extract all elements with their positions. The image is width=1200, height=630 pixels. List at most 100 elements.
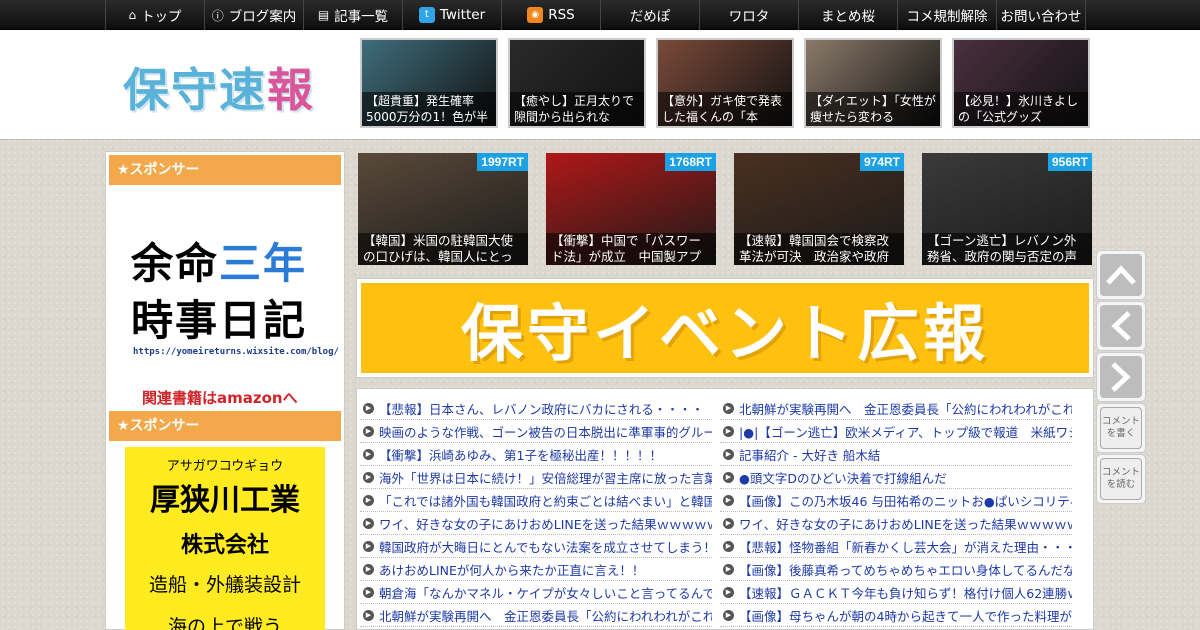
featured-article-0[interactable]: 【超貴重】発生確率5000万分の1！色が半 — [360, 38, 498, 128]
float-buttons: コメントを書く コメントを読む — [1096, 250, 1146, 505]
news-link-item[interactable]: ▶ 「これでは諸外国も韓国政府と約束ごとは結べまい」と韓国に — [360, 489, 712, 512]
news-link-item[interactable]: ▶ 【衝撃】浜崎あゆみ、第1子を極秘出産！！！！！ — [360, 443, 712, 466]
info-icon: ⓘ — [211, 8, 224, 23]
news-link-text: 北朝鮮が実験再開へ 金正恩委員長「公約にわれわれがこれ以 — [379, 608, 712, 624]
arrow-bullet-icon: ▶ — [363, 540, 374, 552]
prev-article-button[interactable] — [1096, 301, 1146, 351]
chevron-left-icon — [1100, 305, 1142, 347]
arrow-bullet-icon: ▶ — [723, 402, 734, 414]
news-link-item[interactable]: ▶ ワイ、好きな女の子にあけおめLINEを送った結果ｗｗｗｗｗｗ — [720, 512, 1072, 535]
news-link-item[interactable]: ▶ 【悲報】日本さん、レバノン政府にバカにされる・・・・ — [360, 397, 712, 420]
comment-write-button[interactable]: コメントを書く — [1096, 403, 1146, 453]
retweet-count-badge: 1768RT — [665, 153, 716, 171]
news-link-item[interactable]: ▶ 海外「世界は日本に続け！」安倍総理が習主席に放った言葉に — [360, 466, 712, 489]
amazon-link[interactable]: 関連書籍はamazonへ — [142, 387, 298, 408]
news-link-text: 北朝鮮が実験再開へ 金正恩委員長「公約にわれわれがこれ以 — [739, 401, 1072, 417]
comment-write-label: コメントを書く — [1100, 407, 1142, 449]
sponsor2-tail: 海の上で戦う — [167, 616, 282, 630]
sponsor2-name: 厚狭川工業 — [150, 483, 300, 518]
sponsor-heading-2: ★スポンサー — [109, 411, 341, 441]
nav-item-label: RSS — [548, 7, 575, 23]
news-link-item[interactable]: ▶ 北朝鮮が実験再開へ 金正恩委員長「公約にわれわれがこれ以 — [720, 397, 1072, 420]
news-link-item[interactable]: ▶ 【悲報】怪物番組「新春かくし芸大会」が消えた理由・・・ — [720, 535, 1072, 558]
news-link-text: 映画のような作戦、ゴーン被告の日本脱出に準軍事的グループ — [379, 424, 712, 440]
event-banner-inner: 保守イベント広報 — [361, 283, 1089, 373]
sponsor-title-line2: 時事日記 — [131, 296, 308, 345]
featured-article-2[interactable]: 【意外】ガキ使で発表した福くんの「本 — [656, 38, 794, 128]
news-column-right: ▶ 北朝鮮が実験再開へ 金正恩委員長「公約にわれわれがこれ以 ▶ |●|【ゴーン逃亡】… — [720, 397, 1072, 627]
thumb-caption: 【速報】韓国国会で検察改革法が可決 政治家や政府 — [734, 233, 904, 265]
news-link-item[interactable]: ▶ 記事紹介 - 大好き 船木結 — [720, 443, 1072, 466]
arrow-bullet-icon: ▶ — [363, 402, 374, 414]
news-link-text: 【画像】母ちゃんが朝の4時から起きて一人で作った料理がこ — [739, 608, 1072, 624]
featured-caption: 【癒やし】正月太りで隙間から出られな — [510, 92, 644, 126]
news-link-item[interactable]: ▶ |●|【ゴーン逃亡】欧米メディア、トップ級で報道 米紙ワシン — [720, 420, 1072, 443]
featured-caption: 【必見！】氷川きよしの「公式グッズ — [954, 92, 1088, 126]
news-link-item[interactable]: ▶ あけおめLINEが何人から来たか正直に言え！！ — [360, 558, 712, 581]
arrow-bullet-icon: ▶ — [723, 494, 734, 506]
featured-caption: 【超貴重】発生確率5000万分の1！色が半 — [362, 92, 496, 126]
arrow-bullet-icon: ▶ — [723, 448, 734, 460]
sponsor-yomei-banner[interactable]: 余命三年 時事日記 https://yomeireturns.wixsite.c… — [106, 185, 344, 407]
ranking-thumb-3[interactable]: 956RT 【ゴーン逃亡】レバノン外務省、政府の関与否定の声 — [922, 153, 1092, 265]
featured-article-3[interactable]: 【ダイエット】「女性が痩せたら変わる — [804, 38, 942, 128]
ranking-thumb-0[interactable]: 1997RT 【韓国】米国の駐韓国大使の口ひげは、韓国人にとっ — [358, 153, 528, 265]
nav-item-1[interactable]: ⓘ ブログ案内 — [204, 0, 303, 30]
comment-read-button[interactable]: コメントを読む — [1096, 454, 1146, 504]
news-link-item[interactable]: ▶ 【速報】ＧＡＣＫＴ今年も負け知らず！格付け個人62連勝ｗｗ — [720, 581, 1072, 604]
nav-item-2[interactable]: ▤ 記事一覧 — [303, 0, 402, 30]
nav-item-label: 記事一覧 — [334, 9, 389, 25]
nav-item-label: Twitter — [439, 7, 486, 23]
rss-icon: ◉ — [527, 7, 544, 23]
news-link-item[interactable]: ▶ 【画像】後藤真希ってめちゃめちゃエロい身体してるんだなｗｗ — [720, 558, 1072, 581]
nav-item-8[interactable]: コメ規制解除 — [897, 0, 996, 30]
arrow-bullet-icon: ▶ — [723, 425, 734, 437]
news-link-item[interactable]: ▶ 北朝鮮が実験再開へ 金正恩委員長「公約にわれわれがこれ以 — [360, 604, 712, 627]
featured-article-4[interactable]: 【必見！】氷川きよしの「公式グッズ — [952, 38, 1090, 128]
ranking-thumb-2[interactable]: 974RT 【速報】韓国国会で検察改革法が可決 政治家や政府 — [734, 153, 904, 265]
sponsor-asagawa-banner[interactable]: アサガワコウギョウ 厚狭川工業 株式会社 造船・外艤装設計 海の上で戦う — [125, 447, 325, 630]
arrow-bullet-icon: ▶ — [363, 609, 374, 621]
next-article-button[interactable] — [1096, 352, 1146, 402]
news-link-text: 【悲報】怪物番組「新春かくし芸大会」が消えた理由・・・ — [739, 539, 1072, 555]
news-link-item[interactable]: ▶ ワイ、好きな女の子にあけおめLINEを送った結果ｗｗｗｗｗｗ — [360, 512, 712, 535]
list-icon: ▤ — [317, 8, 330, 22]
site-logo[interactable]: 保守速報 — [123, 54, 315, 120]
nav-item-3[interactable]: t Twitter — [402, 0, 501, 30]
arrow-bullet-icon: ▶ — [363, 563, 374, 575]
nav-item-label: お問い合わせ — [1000, 9, 1082, 25]
news-link-text: 記事紹介 - 大好き 船木結 — [739, 447, 881, 463]
news-link-item[interactable]: ▶ 【画像】母ちゃんが朝の4時から起きて一人で作った料理がこ — [720, 604, 1072, 627]
retweet-count-badge: 1997RT — [477, 153, 528, 171]
news-link-text: ワイ、好きな女の子にあけおめLINEを送った結果ｗｗｗｗｗｗ — [379, 516, 712, 532]
nav-item-5[interactable]: だめぽ — [600, 0, 699, 30]
news-list-box: ▶ 【悲報】日本さん、レバノン政府にバカにされる・・・・ ▶ 映画のような作戦、ゴーン… — [356, 388, 1094, 630]
arrow-bullet-icon: ▶ — [363, 494, 374, 506]
ranking-thumb-1[interactable]: 1768RT 【衝撃】中国で「パスワード法」が成立 中国製アプリ — [546, 153, 716, 265]
nav-item-7[interactable]: まとめ桜 — [798, 0, 897, 30]
nav-item-9[interactable]: お問い合わせ — [996, 0, 1086, 30]
featured-article-1[interactable]: 【癒やし】正月太りで隙間から出られな — [508, 38, 646, 128]
featured-caption: 【ダイエット】「女性が痩せたら変わる — [806, 92, 940, 126]
news-link-item[interactable]: ▶ 韓国政府が大晦日にとんでもない法案を成立させてしまう！ — [360, 535, 712, 558]
nav-item-label: まとめ桜 — [821, 9, 875, 25]
nav-item-6[interactable]: ワロタ — [699, 0, 798, 30]
sponsor-url[interactable]: https://yomeireturns.wixsite.com/blog/ — [133, 347, 339, 357]
nav-item-4[interactable]: ◉ RSS — [501, 0, 600, 30]
news-link-item[interactable]: ▶ 朝倉海「なんかマネル・ケイプが女々しいこと言ってるんでオ — [360, 581, 712, 604]
nav-item-label: だめぽ — [629, 9, 671, 25]
twitter-icon: t — [418, 7, 435, 23]
event-banner-text: 保守イベント広報 — [460, 297, 989, 370]
nav-item-label: コメ規制解除 — [906, 9, 988, 25]
nav-list: ⌂ トップ ⓘ ブログ案内 ▤ 記事一覧 t Twitter ◉ RSS だめぽ ワロタ まとめ桜 コメ規… — [105, 0, 1086, 30]
event-banner[interactable]: 保守イベント広報 — [356, 278, 1094, 378]
scroll-top-button[interactable] — [1096, 250, 1146, 300]
news-link-item[interactable]: ▶ 映画のような作戦、ゴーン被告の日本脱出に準軍事的グループ — [360, 420, 712, 443]
news-link-item[interactable]: ▶ 【画像】この乃木坂46 与田祐希のニットお●ぱいシコリティ高 — [720, 489, 1072, 512]
arrow-bullet-icon: ▶ — [363, 471, 374, 483]
nav-item-0[interactable]: ⌂ トップ — [105, 0, 204, 30]
news-link-item[interactable]: ▶ ●頭文字Dのひどい決着で打線組んだ — [720, 466, 1072, 489]
arrow-bullet-icon: ▶ — [723, 563, 734, 575]
news-link-text: 海外「世界は日本に続け！」安倍総理が習主席に放った言葉に — [379, 470, 712, 486]
retweet-count-badge: 974RT — [859, 153, 904, 171]
